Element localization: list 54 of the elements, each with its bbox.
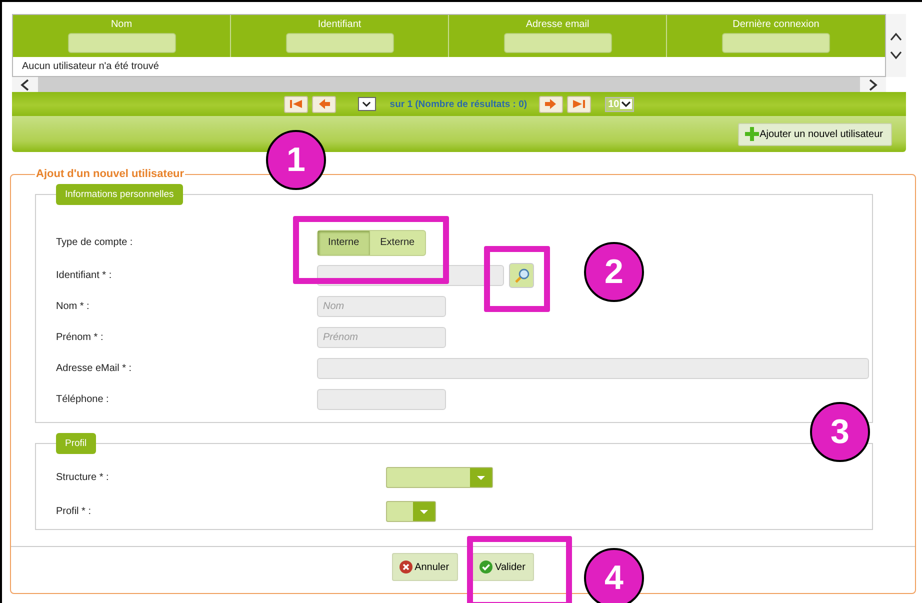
scroll-left-icon[interactable] <box>20 78 30 90</box>
page-dropdown[interactable] <box>358 97 376 111</box>
field-label: Nom * : <box>56 301 90 312</box>
empty-message: Aucun utilisateur n'a été trouvé <box>22 61 159 72</box>
filter-field[interactable] <box>722 33 830 53</box>
field-label: Profil * : <box>56 506 92 516</box>
caret-icon <box>362 101 372 107</box>
input-field[interactable] <box>317 389 446 410</box>
caret-icon <box>413 502 435 520</box>
search-button[interactable] <box>509 263 534 288</box>
caret-icon <box>470 468 492 487</box>
first-page-icon <box>288 98 304 110</box>
add-user-button[interactable]: Ajouter un nouvel utilisateur <box>738 122 892 146</box>
caret-icon <box>620 99 632 109</box>
filter-field[interactable] <box>68 33 176 53</box>
search-icon <box>514 268 530 284</box>
scroll-down-icon[interactable] <box>890 50 902 60</box>
field-label: Structure * : <box>56 472 110 483</box>
previous-page-button[interactable] <box>312 96 336 112</box>
field-label: Adresse eMail * : <box>56 363 133 374</box>
field-label: Prénom * : <box>56 332 104 343</box>
filter-field[interactable] <box>504 33 612 53</box>
dropdown[interactable] <box>386 500 436 522</box>
check-icon <box>479 560 494 574</box>
action-button[interactable]: Annuler <box>392 553 458 581</box>
input-field[interactable] <box>317 358 869 379</box>
last-page-icon <box>571 98 588 110</box>
dropdown[interactable] <box>386 467 493 488</box>
scroll-up-icon[interactable] <box>890 32 902 42</box>
filter-field[interactable] <box>286 33 394 53</box>
account-type-toggle[interactable]: Externe <box>370 230 425 254</box>
action-button[interactable]: Valider <box>472 553 534 581</box>
column-title: Nom <box>110 18 132 31</box>
field-label: Identifiant * : <box>56 270 113 281</box>
cancel-icon <box>398 560 413 574</box>
first-page-button[interactable] <box>284 96 308 112</box>
horizontal-scrollbar[interactable] <box>12 77 886 92</box>
last-page-button[interactable] <box>567 96 592 112</box>
column-title: Identifiant <box>318 18 362 31</box>
section-title: Profil <box>56 433 96 454</box>
account-type-toggle[interactable]: Interne <box>318 230 370 254</box>
plus-icon <box>744 127 759 141</box>
highlight-frame <box>484 246 550 312</box>
column-title: Adresse email <box>526 18 590 31</box>
form-title: Ajout d'un nouvel utilisateur <box>35 168 186 180</box>
input-field[interactable]: Nom <box>317 296 446 317</box>
next-page-button[interactable] <box>539 96 564 112</box>
input-field[interactable]: Prénom <box>317 327 446 348</box>
section-title: Informations personnelles <box>56 184 183 205</box>
field-label: Type de compte : <box>56 237 134 248</box>
pager-text: sur 1 (Nombre de résultats : 0) <box>390 98 528 110</box>
scroll-right-icon[interactable] <box>868 78 878 90</box>
field-label: Téléphone : <box>56 394 110 405</box>
column-title: Dernière connexion <box>732 18 820 31</box>
